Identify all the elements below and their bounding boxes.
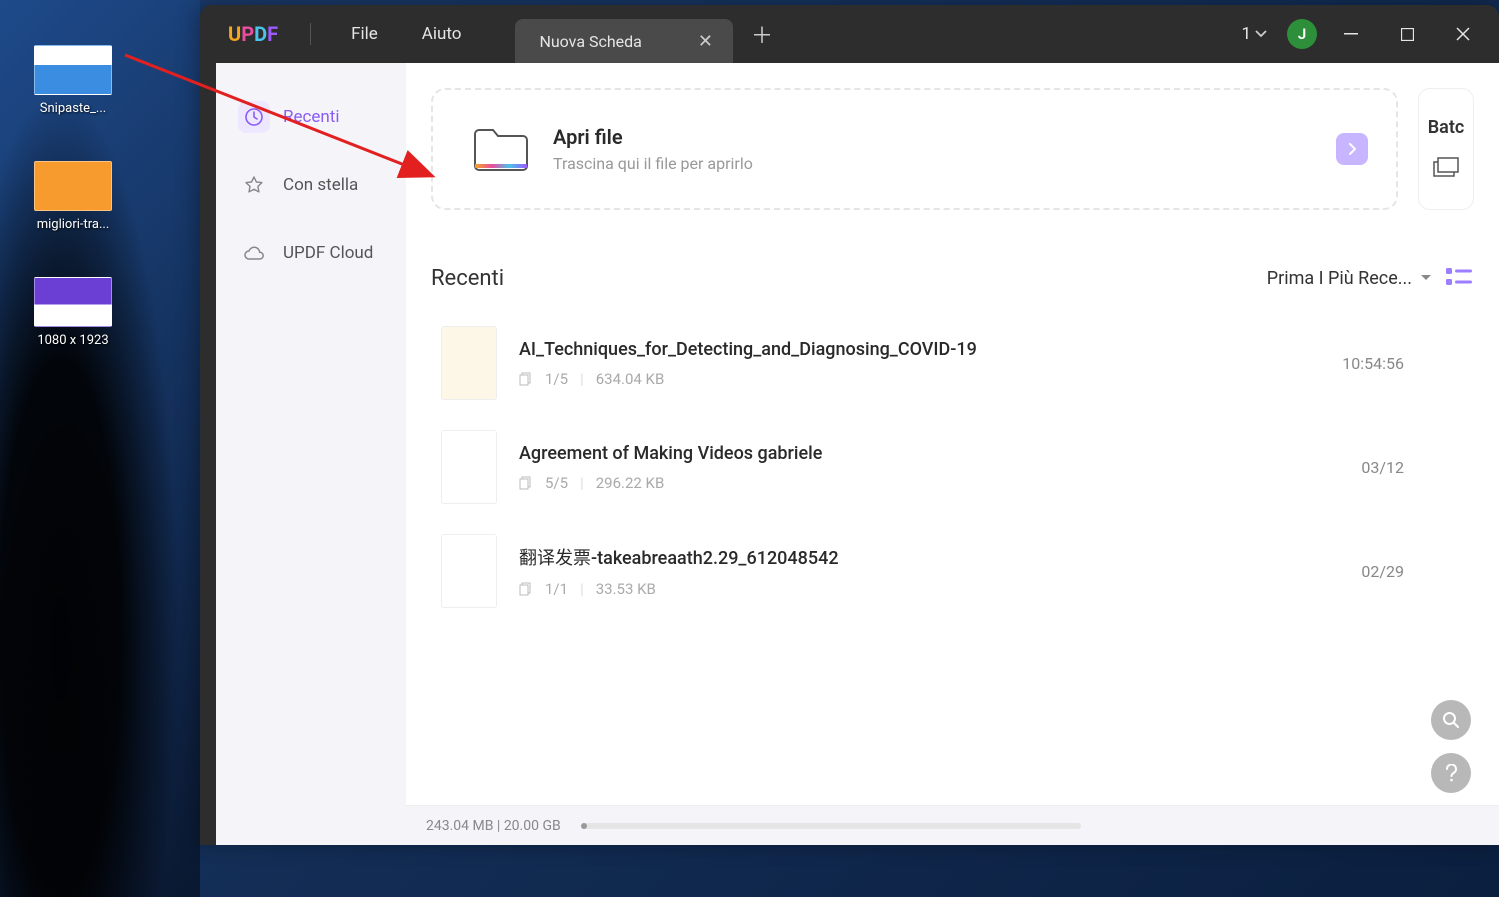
desktop-thumb-icon	[34, 161, 112, 211]
sidebar-item-cloud[interactable]: UPDF Cloud	[226, 229, 396, 277]
maximize-button[interactable]	[1385, 16, 1429, 52]
file-time: 03/12	[1361, 458, 1404, 477]
titlebar: UPDF File Aiuto Nuova Scheda ✕ ＋ 1 J	[200, 5, 1499, 63]
tab-new[interactable]: Nuova Scheda ✕	[515, 19, 733, 63]
file-row[interactable]: AI_Techniques_for_Detecting_and_Diagnosi…	[431, 311, 1474, 415]
file-pages: 5/5	[545, 474, 568, 492]
menu-file[interactable]: File	[329, 18, 400, 50]
file-row[interactable]: 翻译发票-takeabreaath2.29_612048542 1/1 | 33…	[431, 519, 1474, 623]
maximize-icon	[1401, 28, 1414, 41]
window-count-dropdown[interactable]: 1	[1233, 20, 1275, 48]
file-time: 10:54:56	[1342, 354, 1404, 373]
chevron-right-icon	[1348, 143, 1356, 155]
clock-icon	[238, 101, 270, 133]
open-file-card[interactable]: Apri file Trascina qui il file per aprir…	[431, 88, 1398, 210]
minimize-icon	[1344, 33, 1358, 35]
batch-icon	[1432, 156, 1460, 180]
file-list: AI_Techniques_for_Detecting_and_Diagnosi…	[431, 311, 1474, 623]
desktop-thumb-icon	[34, 277, 112, 327]
cloud-icon	[238, 237, 270, 269]
batch-card[interactable]: Batc	[1418, 88, 1474, 210]
tab-strip: Nuova Scheda ✕ ＋	[515, 5, 773, 63]
desktop-icon-1080[interactable]: 1080 x 1923	[18, 277, 128, 348]
chevron-down-icon	[1255, 30, 1267, 38]
desktop-icon-snipaste[interactable]: Snipaste_...	[18, 45, 128, 116]
search-button[interactable]	[1431, 700, 1471, 740]
open-options-button[interactable]	[1336, 133, 1368, 165]
file-name: 翻译发票-takeabreaath2.29_612048542	[519, 544, 1361, 570]
file-size: 634.04 KB	[596, 370, 665, 388]
file-thumbnail-icon	[441, 326, 497, 400]
recent-heading: Recenti	[431, 266, 504, 291]
pages-icon	[519, 582, 533, 596]
content-area: Recenti Con stella UPDF Cloud	[216, 63, 1499, 845]
file-pages: 1/5	[545, 370, 568, 388]
sort-label: Prima I Più Rece...	[1267, 268, 1412, 289]
file-time: 02/29	[1361, 562, 1404, 581]
updf-logo: UPDF	[214, 22, 292, 46]
window-count-value: 1	[1241, 24, 1251, 44]
help-button[interactable]	[1431, 753, 1471, 793]
open-file-title: Apri file	[553, 125, 753, 149]
file-row[interactable]: Agreement of Making Videos gabriele 5/5 …	[431, 415, 1474, 519]
desktop-icon-label: 1080 x 1923	[18, 333, 128, 348]
storage-bar[interactable]	[581, 823, 1081, 829]
dropdown-caret-icon	[1420, 274, 1432, 282]
storage-footer: 243.04 MB | 20.00 GB	[406, 805, 1499, 845]
separator	[310, 23, 311, 45]
file-pages: 1/1	[545, 580, 568, 598]
updf-window: UPDF File Aiuto Nuova Scheda ✕ ＋ 1 J	[200, 5, 1499, 845]
storage-fill	[581, 823, 587, 829]
desktop-icon-migliori[interactable]: migliori-tra...	[18, 161, 128, 232]
file-thumbnail-icon	[441, 430, 497, 504]
file-name: Agreement of Making Videos gabriele	[519, 443, 1361, 464]
sidebar-item-label: Con stella	[283, 175, 358, 195]
view-list-icon[interactable]	[1444, 265, 1474, 291]
desktop-thumb-icon	[34, 45, 112, 95]
menu-help[interactable]: Aiuto	[400, 18, 484, 50]
file-thumbnail-icon	[441, 534, 497, 608]
sort-dropdown[interactable]: Prima I Più Rece...	[1267, 268, 1432, 289]
storage-text: 243.04 MB | 20.00 GB	[426, 818, 561, 834]
pages-icon	[519, 372, 533, 386]
file-size: 296.22 KB	[596, 474, 665, 492]
tab-title: Nuova Scheda	[539, 32, 641, 51]
minimize-button[interactable]	[1329, 16, 1373, 52]
sidebar-item-starred[interactable]: Con stella	[226, 161, 396, 209]
pages-icon	[519, 476, 533, 490]
batch-label: Batc	[1428, 117, 1465, 138]
open-file-subtitle: Trascina qui il file per aprirlo	[553, 154, 753, 173]
close-button[interactable]	[1441, 16, 1485, 52]
file-name: AI_Techniques_for_Detecting_and_Diagnosi…	[519, 339, 1342, 360]
sidebar-item-label: Recenti	[283, 107, 340, 127]
sidebar: Recenti Con stella UPDF Cloud	[216, 63, 406, 845]
sidebar-item-label: UPDF Cloud	[283, 243, 373, 263]
star-icon	[238, 169, 270, 201]
tab-close-button[interactable]: ✕	[692, 29, 719, 54]
tab-add-button[interactable]: ＋	[751, 18, 773, 50]
close-icon	[1456, 27, 1470, 41]
sidebar-item-recent[interactable]: Recenti	[226, 93, 396, 141]
search-icon	[1442, 711, 1460, 729]
desktop-icon-label: migliori-tra...	[18, 217, 128, 232]
main-panel: Apri file Trascina qui il file per aprir…	[406, 63, 1499, 845]
user-avatar[interactable]: J	[1287, 19, 1317, 49]
desktop-icons-area: Snipaste_... migliori-tra... 1080 x 1923	[0, 0, 200, 438]
help-icon	[1446, 764, 1457, 782]
desktop-icon-label: Snipaste_...	[18, 101, 128, 116]
file-size: 33.53 KB	[596, 580, 656, 598]
folder-icon	[473, 126, 529, 172]
